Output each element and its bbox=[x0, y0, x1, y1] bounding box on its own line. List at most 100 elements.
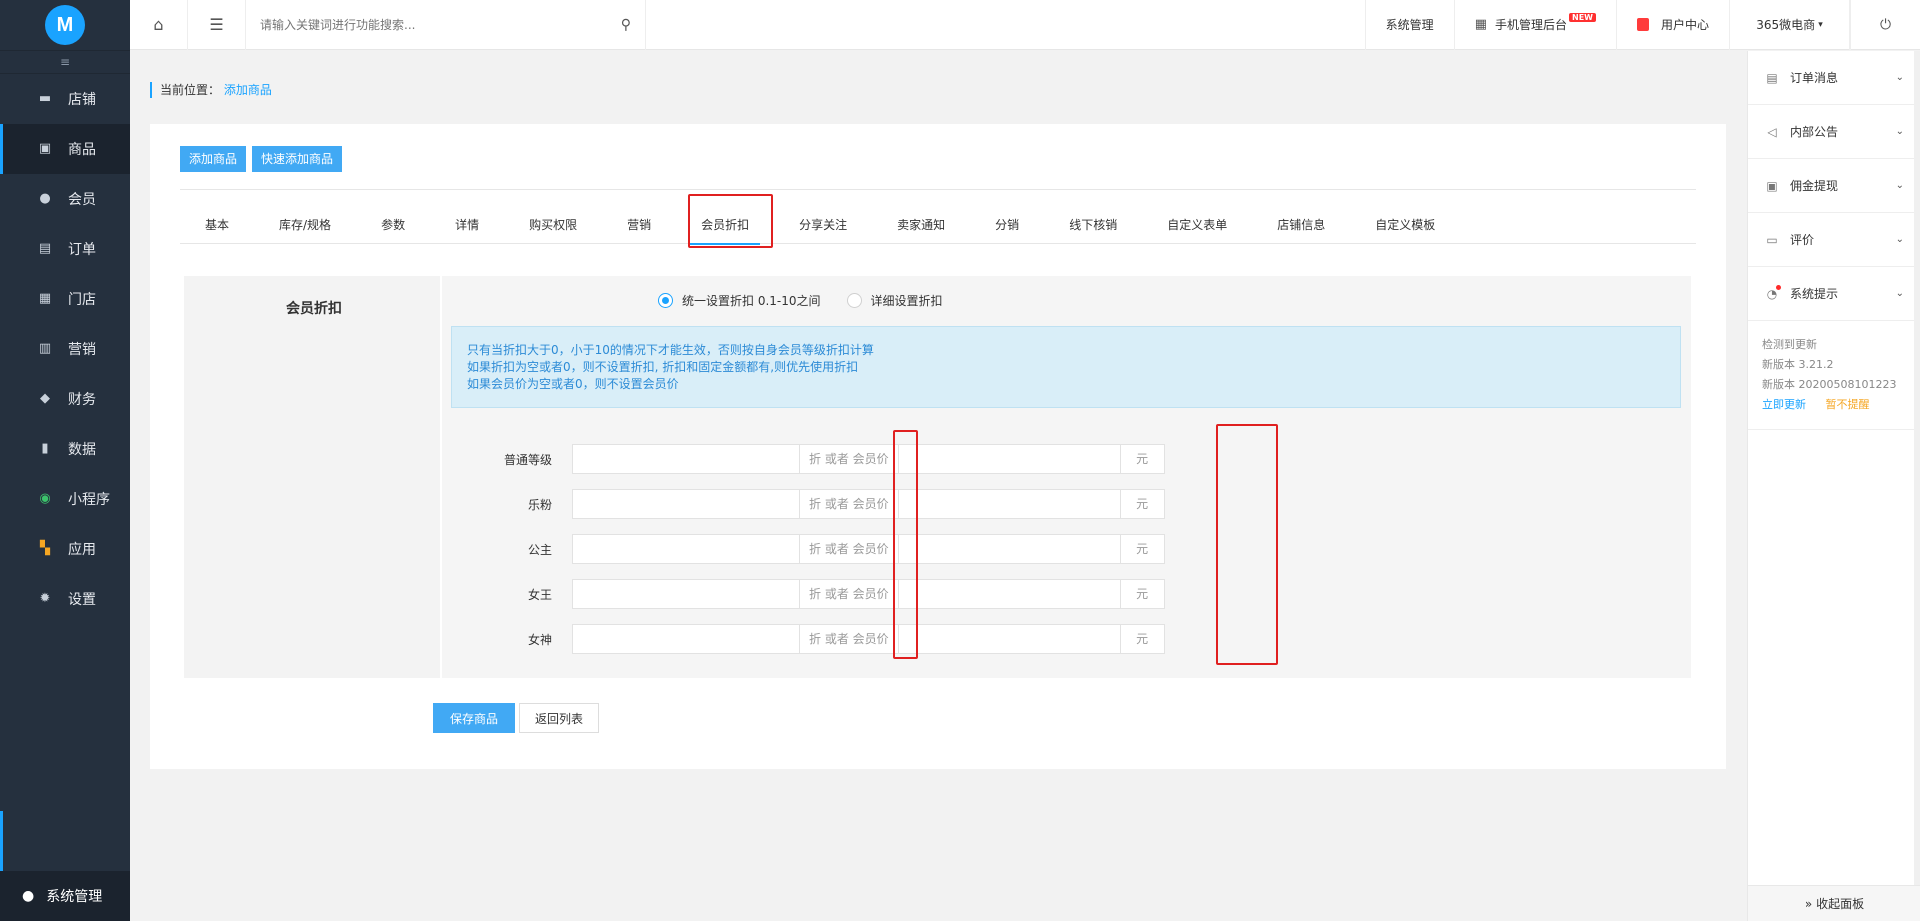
tab-custom-form[interactable]: 自定义表单 bbox=[1142, 214, 1252, 244]
panel-item-system-tips[interactable]: ◔ 系统提示 ⌄ bbox=[1748, 267, 1920, 321]
yuan-addon: 元 bbox=[1120, 489, 1165, 519]
level-row: 女神 折 或者 会员价 元 bbox=[454, 624, 1165, 654]
shop-dropdown[interactable]: 365微电商 ▾ bbox=[1730, 0, 1850, 50]
level-name: 公主 bbox=[527, 542, 552, 557]
panel-item-label: 订单消息 bbox=[1790, 71, 1839, 85]
sidebar-item-label: 会员 bbox=[68, 192, 96, 208]
comment-icon: ▭ bbox=[1766, 232, 1778, 247]
system-manage-label: 系统管理 bbox=[1385, 18, 1434, 32]
save-goods-button[interactable]: 保存商品 bbox=[433, 703, 516, 733]
apps-icon: ▚ bbox=[40, 541, 50, 556]
tab-marketing[interactable]: 营销 bbox=[602, 214, 676, 244]
search-input[interactable] bbox=[260, 17, 590, 32]
member-price-input[interactable] bbox=[898, 624, 1121, 654]
sidebar-item-miniapp[interactable]: ◉ 小程序 bbox=[0, 474, 130, 524]
member-price-input[interactable] bbox=[898, 534, 1121, 564]
money-icon: ◆ bbox=[40, 391, 50, 406]
search-icon[interactable]: ⚲ bbox=[621, 17, 631, 33]
logo[interactable]: M bbox=[0, 0, 130, 50]
chevron-down-icon: ⌄ bbox=[1895, 126, 1904, 137]
user-icon: ● bbox=[39, 191, 51, 206]
tab-basic[interactable]: 基本 bbox=[180, 214, 254, 244]
sidebar-item-member[interactable]: ● 会员 bbox=[0, 174, 130, 224]
member-price-input[interactable] bbox=[898, 444, 1121, 474]
add-goods-button[interactable]: 添加商品 bbox=[180, 146, 247, 172]
menu-toggle-button[interactable]: ☰ bbox=[188, 0, 246, 50]
sidebar-item-data[interactable]: ▮ 数据 bbox=[0, 424, 130, 474]
tabs-divider bbox=[180, 189, 1696, 190]
user-center-link[interactable]: 用户中心 bbox=[1617, 0, 1730, 50]
sidebar-item-label: 小程序 bbox=[68, 492, 110, 508]
radio-detailed[interactable] bbox=[846, 293, 862, 308]
home-button[interactable]: ⌂ bbox=[130, 0, 188, 50]
discount-input[interactable] bbox=[572, 534, 800, 564]
sidebar-item-settings[interactable]: ✹ 设置 bbox=[0, 574, 130, 624]
system-manage-link[interactable]: 系统管理 bbox=[1366, 0, 1455, 50]
member-discount-panel: 会员折扣 统一设置折扣 0.1-10之间 详细设置折扣 只有当折扣大于0，小于1… bbox=[184, 276, 1691, 678]
discount-input[interactable] bbox=[572, 624, 800, 654]
tab-offline-verify[interactable]: 线下核销 bbox=[1044, 214, 1142, 244]
back-to-list-button[interactable]: 返回列表 bbox=[519, 703, 600, 733]
tab-store-info[interactable]: 店铺信息 bbox=[1252, 214, 1350, 244]
panel-scrollbar[interactable] bbox=[1914, 51, 1920, 885]
tab-seller-notify[interactable]: 卖家通知 bbox=[872, 214, 970, 244]
info-line: 只有当折扣大于0，小于10的情况下才能生效，否则按自身会员等级折扣计算 bbox=[467, 343, 874, 357]
panel-item-reviews[interactable]: ▭ 评价 ⌄ bbox=[1748, 213, 1920, 267]
order-icon: ▤ bbox=[38, 241, 52, 256]
sidebar-item-label: 商品 bbox=[68, 142, 96, 158]
update-now-link[interactable]: 立即更新 bbox=[1762, 398, 1806, 411]
tab-detail[interactable]: 详情 bbox=[430, 214, 504, 244]
collapse-panel-button[interactable]: » 收起面板 bbox=[1748, 885, 1920, 921]
level-row: 普通等级 折 或者 会员价 元 bbox=[454, 444, 1165, 474]
sidebar-item-shop[interactable]: ▦ 门店 bbox=[0, 274, 130, 324]
breadcrumb-current[interactable]: 添加商品 bbox=[224, 83, 272, 97]
sidebar-item-label: 门店 bbox=[68, 292, 96, 308]
sidebar-item-order[interactable]: ▤ 订单 bbox=[0, 224, 130, 274]
logo-badge: M bbox=[45, 5, 85, 45]
mobile-admin-link[interactable]: ▦ 手机管理后台 NEW bbox=[1455, 0, 1617, 50]
member-price-input[interactable] bbox=[898, 579, 1121, 609]
sidebar-item-store[interactable]: ▬ 店铺 bbox=[0, 74, 130, 124]
tab-custom-template[interactable]: 自定义模板 bbox=[1350, 214, 1460, 244]
sidebar-item-marketing[interactable]: ▥ 营销 bbox=[0, 324, 130, 374]
discount-or-price-addon: 折 或者 会员价 bbox=[800, 579, 899, 609]
sidebar-item-finance[interactable]: ◆ 财务 bbox=[0, 374, 130, 424]
panel-item-announcements[interactable]: ◁ 内部公告 ⌄ bbox=[1748, 105, 1920, 159]
sidebar-collapse-button[interactable]: ≡ bbox=[0, 50, 130, 74]
unread-dot bbox=[1776, 284, 1781, 290]
discount-input[interactable] bbox=[572, 489, 800, 519]
tab-params[interactable]: 参数 bbox=[356, 214, 430, 244]
top-header: ⌂ ☰ ⚲ 系统管理 ▦ 手机管理后台 NEW 用户中心 365微电商 ▾ ⏻ bbox=[130, 0, 1920, 50]
level-name: 普通等级 bbox=[503, 452, 552, 467]
member-price-input[interactable] bbox=[898, 489, 1121, 519]
right-panel: ▤ 订单消息 ⌄ ◁ 内部公告 ⌄ ▣ 佣金提现 ⌄ ▭ 评价 ⌄ ◔ 系统提示… bbox=[1747, 51, 1920, 921]
remind-later-link[interactable]: 暂不提醒 bbox=[1826, 398, 1870, 411]
level-row: 女王 折 或者 会员价 元 bbox=[454, 579, 1165, 609]
header-spacer bbox=[646, 0, 1366, 50]
quick-add-goods-button[interactable]: 快速添加商品 bbox=[252, 146, 343, 172]
level-name: 女王 bbox=[527, 587, 552, 602]
tab-purchase-permission[interactable]: 购买权限 bbox=[504, 214, 602, 244]
panel-item-commission[interactable]: ▣ 佣金提现 ⌄ bbox=[1748, 159, 1920, 213]
user-center-icon bbox=[1636, 18, 1649, 31]
chevron-down-icon: ⌄ bbox=[1895, 288, 1904, 299]
sidebar-item-label: 订单 bbox=[68, 242, 96, 258]
discount-input[interactable] bbox=[572, 444, 800, 474]
radio-unified[interactable] bbox=[658, 293, 673, 308]
tab-distribution[interactable]: 分销 bbox=[970, 214, 1044, 244]
sidebar-item-goods[interactable]: ▣ 商品 bbox=[0, 124, 130, 174]
sidebar-system-manage[interactable]: ● 系统管理 bbox=[0, 811, 130, 921]
tab-member-discount[interactable]: 会员折扣 bbox=[676, 214, 774, 245]
update-detected-text: 检测到更新 bbox=[1762, 338, 1817, 351]
sidebar-item-apps[interactable]: ▚ 应用 bbox=[0, 524, 130, 574]
panel-item-order-messages[interactable]: ▤ 订单消息 ⌄ bbox=[1748, 51, 1920, 105]
logout-button[interactable]: ⏻ bbox=[1850, 0, 1920, 50]
power-icon: ⏻ bbox=[1879, 16, 1892, 33]
gear-icon: ✹ bbox=[39, 591, 51, 606]
main-card: 添加商品 快速添加商品 基本 库存/规格 参数 详情 购买权限 营销 会员折扣 … bbox=[150, 124, 1726, 769]
tab-stock[interactable]: 库存/规格 bbox=[254, 214, 356, 244]
discount-input[interactable] bbox=[572, 579, 800, 609]
breadcrumb-prefix: 当前位置： bbox=[160, 83, 221, 97]
chevron-down-icon: ⌄ bbox=[1895, 72, 1904, 83]
tab-share-follow[interactable]: 分享关注 bbox=[774, 214, 872, 244]
